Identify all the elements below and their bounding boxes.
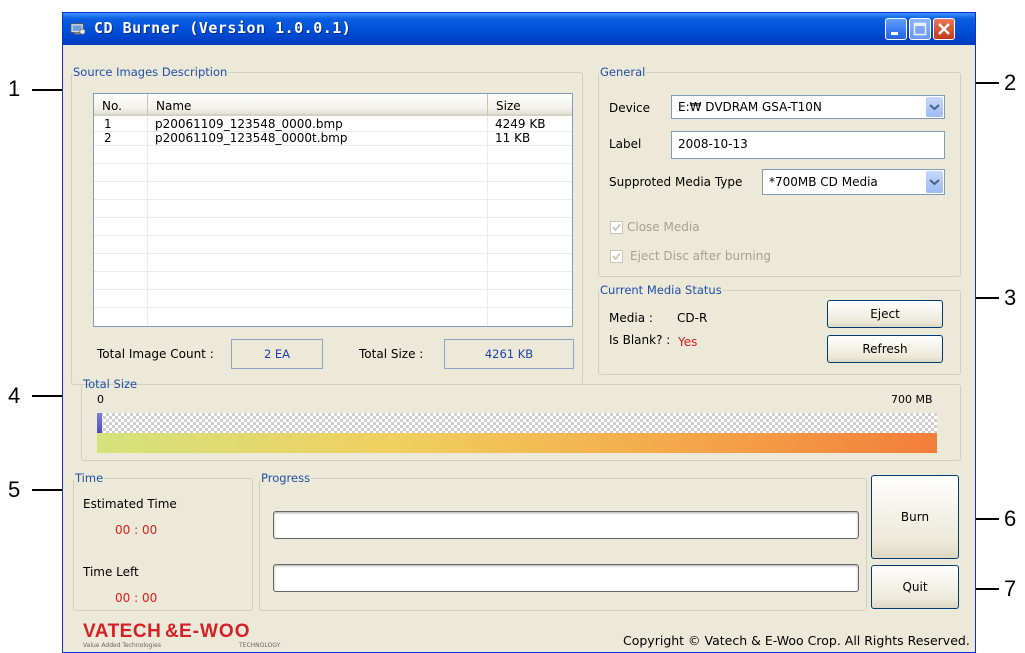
burn-button[interactable]: Burn (871, 475, 959, 559)
annotation-5: 5 (8, 477, 21, 502)
total-image-count-value: 2 EA (231, 339, 323, 369)
annotation-4: 4 (8, 383, 21, 408)
column-header-no[interactable]: No. (94, 94, 147, 116)
device-select[interactable]: E:₩ DVDRAM GSA-T10N (671, 95, 945, 119)
source-images-legend: Source Images Description (73, 65, 228, 79)
time-left-value: 00 : 00 (115, 591, 158, 605)
checkmark-icon (612, 223, 621, 232)
annotation-2: 2 (1004, 70, 1017, 95)
grid-line (94, 131, 572, 132)
row-2-name[interactable]: p20061109_123548_0000t.bmp (155, 131, 348, 145)
progress-bar-1 (273, 511, 859, 539)
row-1-name[interactable]: p20061109_123548_0000.bmp (155, 117, 343, 131)
time-legend: Time (75, 471, 104, 485)
annotation-3: 3 (1004, 285, 1017, 310)
grid-line (487, 116, 488, 326)
time-group: Time (73, 471, 253, 611)
size-min-label: 0 (97, 393, 104, 406)
logo-ampersand: & (165, 621, 179, 642)
app-window: CD Burner (Version 1.0.0.1) Source Image… (62, 12, 976, 653)
size-max-label: 700 MB (891, 393, 933, 406)
media-type-select[interactable]: *700MB CD Media (762, 169, 945, 195)
device-dropdown-button[interactable] (926, 97, 943, 117)
source-image-list[interactable]: No. Name Size 1 p20061109_123548_0000.bm… (93, 93, 573, 327)
app-icon (70, 23, 86, 35)
estimated-time-value: 00 : 00 (115, 523, 158, 537)
annotation-7: 7 (1004, 576, 1017, 601)
row-2-no[interactable]: 2 (104, 131, 112, 145)
media-status-legend: Current Media Status (600, 283, 722, 297)
total-size-value: 4261 KB (444, 339, 574, 369)
device-label: Device (609, 101, 651, 115)
total-size-bar (97, 413, 937, 453)
chevron-down-icon (929, 104, 940, 111)
column-header-name[interactable]: Name (147, 94, 487, 116)
media-type-dropdown-button[interactable] (926, 171, 943, 193)
used-size-fill (97, 413, 102, 433)
maximize-icon (913, 22, 927, 36)
close-media-label: Close Media (627, 220, 700, 234)
progress-bar-2 (273, 564, 859, 592)
row-1-size[interactable]: 4249 KB (495, 117, 545, 131)
row-1-no[interactable]: 1 (104, 117, 112, 131)
logo-vatech: VATECH (83, 621, 162, 642)
annotation-1: 1 (8, 76, 21, 101)
estimated-time-label: Estimated Time (83, 497, 177, 511)
media-type-value: *700MB CD Media (769, 175, 878, 189)
window-title: CD Burner (Version 1.0.0.1) (94, 19, 352, 37)
label-field-label: Label (609, 137, 642, 151)
media-label: Media : (609, 311, 653, 325)
eject-after-burning-checkbox[interactable] (610, 250, 623, 263)
media-type-label: Supproted Media Type (609, 175, 743, 189)
annotation-6: 6 (1004, 506, 1017, 531)
grid-line (94, 271, 572, 272)
title-bar[interactable]: CD Burner (Version 1.0.0.1) (63, 13, 975, 45)
grid-line (94, 199, 572, 200)
total-image-count-label: Total Image Count : (97, 347, 214, 361)
copyright-text: Copyright © Vatech & E-Woo Crop. All Rig… (623, 633, 970, 648)
grid-line (94, 217, 572, 218)
minimize-button[interactable] (885, 18, 907, 40)
grid-line (94, 253, 572, 254)
label-input[interactable]: 2008-10-13 (671, 131, 945, 159)
total-size-legend: Total Size (83, 377, 138, 391)
close-media-checkbox[interactable] (610, 221, 623, 234)
grid-line (94, 181, 572, 182)
row-2-size[interactable]: 11 KB (495, 131, 530, 145)
is-blank-label: Is Blank? : (609, 333, 671, 347)
logo-technology: TECHNOLOGY (239, 642, 281, 649)
quit-button[interactable]: Quit (871, 565, 959, 609)
logo-tagline: Value Added Technologies (83, 642, 161, 649)
refresh-button[interactable]: Refresh (827, 335, 943, 363)
total-size-label: Total Size : (359, 347, 424, 361)
time-left-label: Time Left (83, 565, 139, 579)
close-button[interactable] (933, 18, 955, 40)
grid-line (94, 163, 572, 164)
grid-line (94, 145, 572, 146)
logo-ewoo: E-WOO (179, 621, 251, 642)
column-header-size[interactable]: Size (487, 94, 572, 116)
maximize-button[interactable] (909, 18, 931, 40)
chevron-down-icon (929, 179, 940, 186)
grid-line (94, 289, 572, 290)
grid-line (147, 116, 148, 326)
checkmark-icon (612, 252, 621, 261)
media-value: CD-R (677, 311, 708, 325)
general-legend: General (600, 65, 646, 79)
close-icon (938, 23, 950, 35)
minimize-icon (891, 32, 898, 35)
capacity-gradient (97, 433, 937, 453)
grid-line (94, 235, 572, 236)
progress-legend: Progress (261, 471, 311, 485)
is-blank-value: Yes (678, 335, 698, 349)
grid-line (94, 307, 572, 308)
eject-after-burning-label: Eject Disc after burning (630, 249, 771, 263)
eject-button[interactable]: Eject (827, 300, 943, 328)
company-logo: VATECH & E-WOO Value Added Technologies … (83, 621, 303, 651)
device-value: E:₩ DVDRAM GSA-T10N (678, 100, 822, 114)
